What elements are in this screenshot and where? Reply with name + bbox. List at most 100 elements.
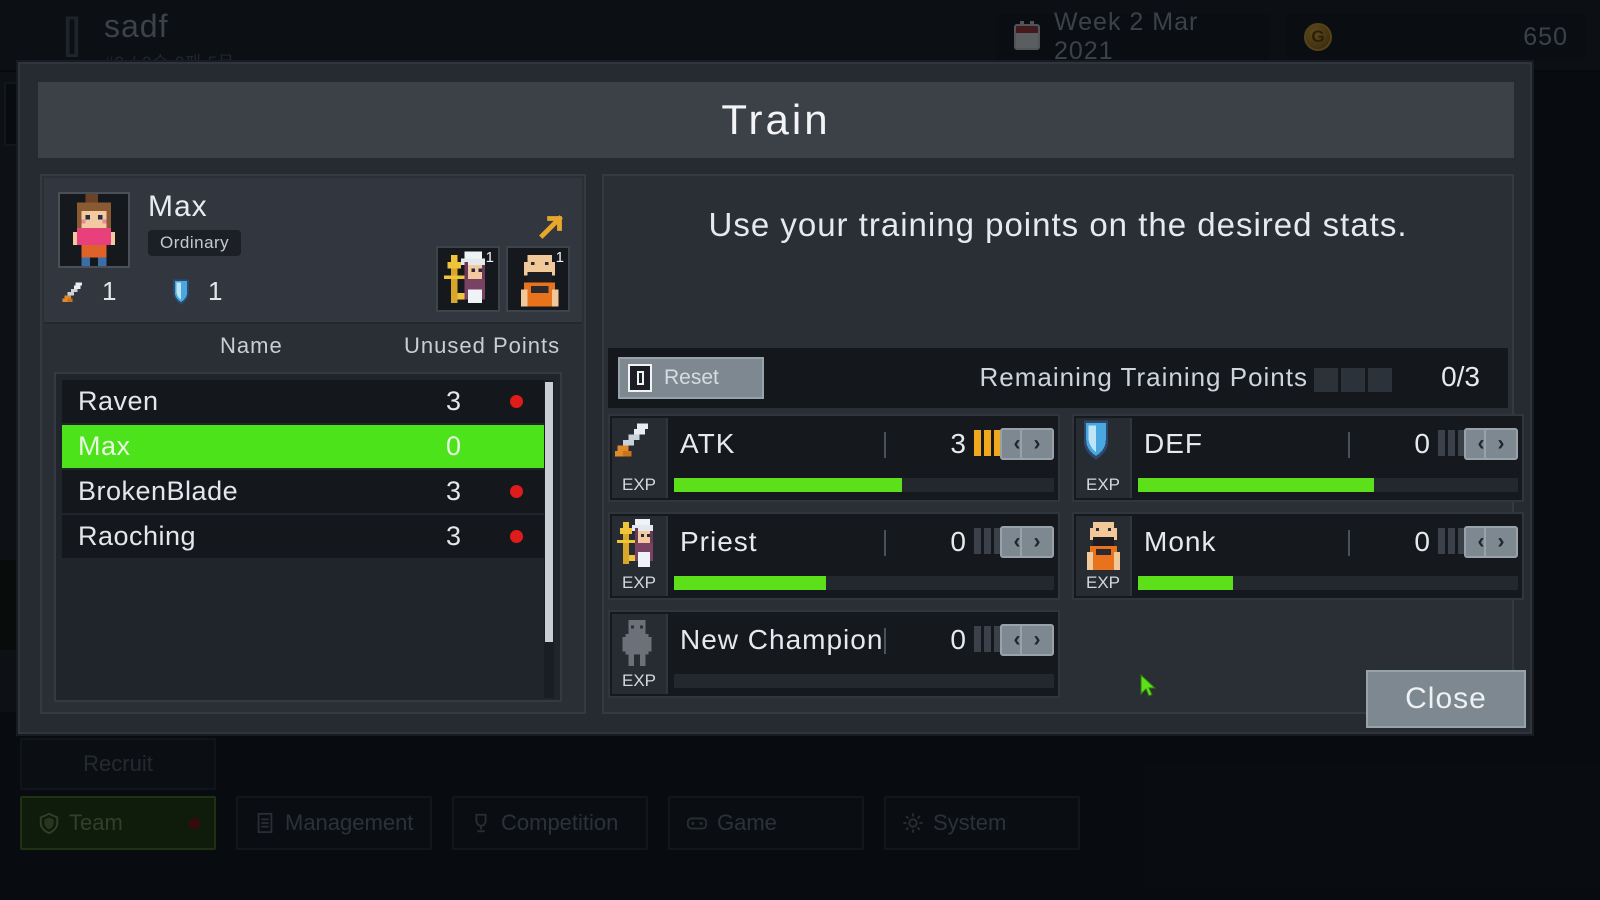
roster-row-alert-dot bbox=[510, 485, 523, 498]
portrait-sprite bbox=[72, 194, 116, 266]
equipment-slots: 1 1 bbox=[436, 246, 570, 312]
close-button[interactable]: Close bbox=[1366, 670, 1526, 728]
roster-row-points: 3 bbox=[446, 476, 462, 506]
sword-icon bbox=[612, 418, 668, 474]
stat-label: DEF bbox=[1144, 428, 1203, 459]
reset-icon bbox=[628, 364, 652, 392]
reset-label: Reset bbox=[664, 366, 719, 389]
stat-level-bar bbox=[974, 430, 981, 456]
stat-card-newchamp: New Champion 0 ‹ › EXP bbox=[608, 610, 1060, 698]
stat-exp-row: EXP bbox=[1076, 472, 1524, 498]
exp-fill bbox=[1138, 576, 1233, 590]
stat-card-priest: Priest 0 ‹ › EXP bbox=[608, 512, 1060, 600]
exp-label: EXP bbox=[612, 570, 668, 596]
roster-scrollbar[interactable] bbox=[544, 380, 554, 698]
roster-row[interactable]: BrokenBlade 3 bbox=[62, 470, 552, 513]
character-atk-stat: 1 bbox=[60, 276, 116, 307]
stat-increment-button[interactable]: › bbox=[1020, 428, 1054, 460]
dialog-title-bar: Train bbox=[38, 82, 1514, 158]
stat-increment-button[interactable]: › bbox=[1484, 428, 1518, 460]
character-def-value: 1 bbox=[208, 276, 223, 306]
priest-icon bbox=[612, 516, 668, 572]
exp-label: EXP bbox=[612, 668, 668, 694]
shield-icon bbox=[173, 279, 189, 304]
column-header-points: Unused Points bbox=[404, 333, 561, 358]
exp-label: EXP bbox=[1076, 472, 1132, 498]
character-portrait bbox=[58, 192, 130, 268]
training-hint: Use your training points on the desired … bbox=[708, 206, 1408, 243]
shield-icon bbox=[1076, 418, 1132, 474]
stat-level-bar bbox=[974, 626, 981, 652]
stat-value: 0 bbox=[1414, 428, 1430, 459]
reset-button[interactable]: Reset bbox=[618, 357, 764, 399]
stat-level-bars bbox=[1438, 528, 1465, 554]
equipment-level: 1 bbox=[555, 249, 564, 266]
exp-track bbox=[674, 478, 1054, 492]
stat-exp-row: EXP bbox=[612, 668, 1060, 694]
stat-level-bar bbox=[984, 430, 991, 456]
training-point-pip bbox=[1314, 368, 1338, 392]
stat-level-bar bbox=[984, 528, 991, 554]
dialog-title: Train bbox=[721, 96, 831, 143]
roster-row[interactable]: Max 0 bbox=[62, 425, 552, 468]
roster-list-header: Name Unused Points bbox=[44, 326, 582, 370]
roster-row-points: 3 bbox=[446, 521, 462, 551]
roster-list[interactable]: Raven 3 Max 0 BrokenBlade 3 Raoching 3 bbox=[54, 372, 562, 702]
exp-track bbox=[1138, 478, 1518, 492]
training-point-pip bbox=[1368, 368, 1392, 392]
stat-value: 0 bbox=[1414, 526, 1430, 557]
exp-label: EXP bbox=[612, 472, 668, 498]
roster-row-alert-dot bbox=[510, 395, 523, 408]
roster-row-points: 3 bbox=[446, 386, 462, 416]
column-header-name: Name bbox=[220, 333, 283, 358]
stat-value: 0 bbox=[950, 526, 966, 557]
roster-row[interactable]: Raoching 3 bbox=[62, 515, 552, 558]
stat-label: Monk bbox=[1144, 526, 1217, 557]
roster-row-name: BrokenBlade bbox=[78, 476, 239, 506]
mouse-cursor bbox=[1140, 674, 1157, 697]
stat-level-bar bbox=[1448, 430, 1455, 456]
character-rank-badge: Ordinary bbox=[148, 230, 242, 256]
exp-label: EXP bbox=[1076, 570, 1132, 596]
exp-fill bbox=[1138, 478, 1374, 492]
stat-divider bbox=[884, 432, 886, 458]
game-screen: [] sadf #0 / 0승 0패 5무 Week 2 Mar 2021 G … bbox=[0, 0, 1600, 900]
stat-increment-button[interactable]: › bbox=[1020, 624, 1054, 656]
stat-card-def: DEF 0 ‹ › EXP bbox=[1072, 414, 1524, 502]
stat-label: New Champion bbox=[680, 624, 884, 655]
stat-value: 0 bbox=[950, 624, 966, 655]
stat-level-bar bbox=[1438, 528, 1445, 554]
stat-level-bar bbox=[1438, 430, 1445, 456]
stat-exp-row: EXP bbox=[1076, 570, 1524, 596]
monk-icon bbox=[1076, 516, 1132, 572]
stat-divider bbox=[884, 530, 886, 556]
stat-increment-button[interactable]: › bbox=[1484, 526, 1518, 558]
stat-level-bar bbox=[1448, 528, 1455, 554]
character-def-stat: 1 bbox=[168, 276, 222, 307]
equipment-level: 1 bbox=[485, 249, 494, 266]
roster-row-points: 0 bbox=[446, 431, 462, 461]
stat-exp-row: EXP bbox=[612, 570, 1060, 596]
stat-level-bars bbox=[1438, 430, 1465, 456]
character-atk-value: 1 bbox=[102, 276, 117, 306]
stat-level-bar bbox=[984, 626, 991, 652]
roster-panel: Max Ordinary 1 1 1 1 Name Unused Points … bbox=[40, 174, 586, 714]
expand-arrow-icon[interactable] bbox=[534, 210, 568, 244]
train-dialog: Train Max Ordinary 1 1 1 1 Name Unused P… bbox=[18, 62, 1532, 734]
stat-divider bbox=[1348, 530, 1350, 556]
roster-row[interactable]: Raven 3 bbox=[62, 380, 552, 423]
stat-increment-button[interactable]: › bbox=[1020, 526, 1054, 558]
stat-value: 3 bbox=[950, 428, 966, 459]
exp-track bbox=[1138, 576, 1518, 590]
stat-level-bar bbox=[974, 528, 981, 554]
roster-scrollbar-thumb[interactable] bbox=[545, 382, 553, 642]
stat-label: ATK bbox=[680, 428, 736, 459]
roster-row-alert-dot bbox=[510, 530, 523, 543]
equipment-slot-priest[interactable]: 1 bbox=[436, 246, 500, 312]
exp-track bbox=[674, 576, 1054, 590]
equipment-slot-monk[interactable]: 1 bbox=[506, 246, 570, 312]
exp-track bbox=[674, 674, 1054, 688]
roster-row-name: Max bbox=[78, 431, 131, 461]
stat-label: Priest bbox=[680, 526, 758, 557]
stat-exp-row: EXP bbox=[612, 472, 1060, 498]
